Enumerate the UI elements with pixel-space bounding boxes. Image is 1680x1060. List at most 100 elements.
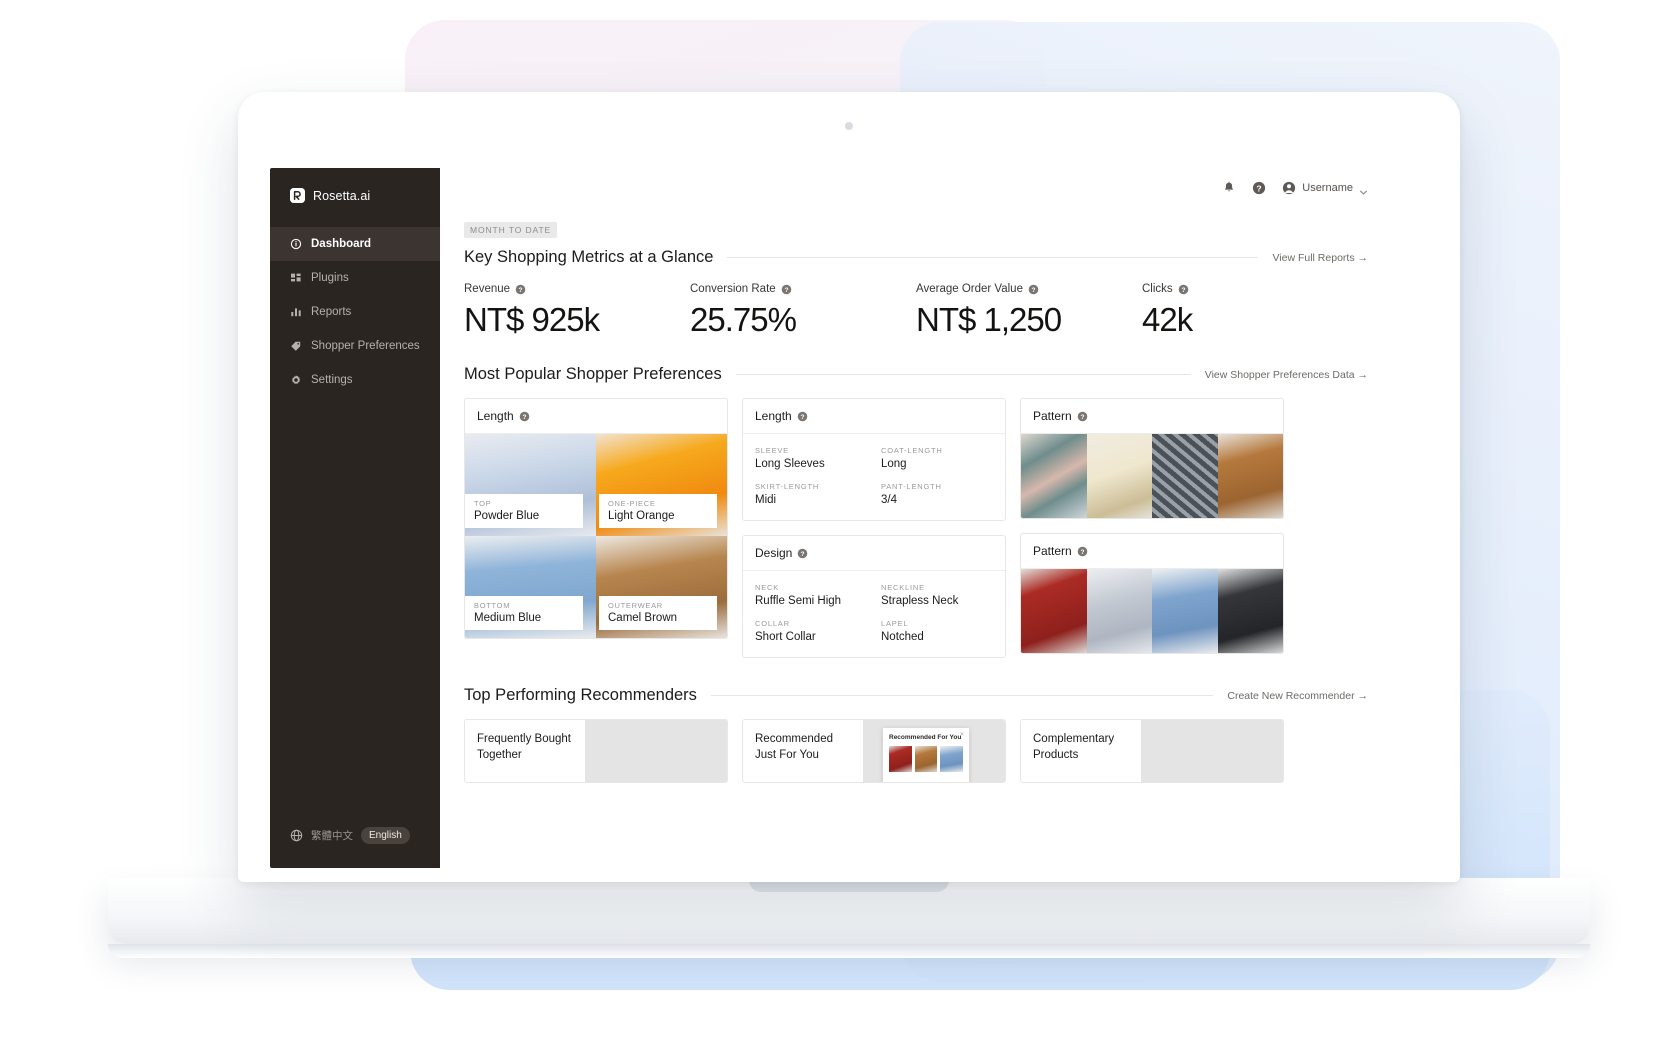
pattern-photo[interactable] xyxy=(1217,434,1283,518)
metric-label: Conversion Rate xyxy=(690,283,776,295)
length-attributes-card: Length ? SLEEVE Long Sleeves COAT-LENGTH… xyxy=(742,398,1006,521)
product-photo-outerwear[interactable]: OUTERWEAR Camel Brown xyxy=(596,536,727,638)
attribute-value: Notched xyxy=(881,631,924,643)
metric-label: Average Order Value xyxy=(916,283,1023,295)
laptop-mockup: Rosetta.ai Dashboard Plugins Reports Sho… xyxy=(108,92,1590,958)
sidebar-item-settings[interactable]: Settings xyxy=(270,363,440,397)
topbar: ? Username xyxy=(440,168,1392,208)
preferences-grid: Length ? TOP Powder Blue ONE-PIECE Light… xyxy=(464,398,1368,658)
metric-value: NT$ 925k xyxy=(464,301,600,338)
product-photo-one-piece[interactable]: ONE-PIECE Light Orange xyxy=(596,434,727,536)
product-photo-top[interactable]: TOP Powder Blue xyxy=(465,434,596,536)
card-title: Length xyxy=(755,409,792,423)
create-new-recommender-link[interactable]: Create New Recommender → xyxy=(1227,690,1368,702)
tag-key: BOTTOM xyxy=(474,601,511,610)
sidebar-item-shopper-preferences[interactable]: Shopper Preferences xyxy=(270,329,440,363)
recommender-preview: × Recommended For You xyxy=(863,720,1005,782)
laptop-base-lip xyxy=(108,944,1590,958)
help-icon[interactable]: ? xyxy=(1028,284,1039,295)
attribute-value: Strapless Neck xyxy=(881,595,959,607)
metric-value: NT$ 1,250 xyxy=(916,301,1062,338)
pattern-photo[interactable] xyxy=(1217,569,1283,653)
attribute-coat-length: COAT-LENGTH Long xyxy=(881,446,993,470)
tag-value: Light Orange xyxy=(608,510,675,522)
tag-value: Medium Blue xyxy=(474,612,542,624)
attribute-value: Short Collar xyxy=(755,631,816,643)
help-icon[interactable]: ? xyxy=(1252,181,1266,195)
help-icon[interactable]: ? xyxy=(781,284,792,295)
recommenders-section-header: Top Performing Recommenders Create New R… xyxy=(464,686,1368,705)
popup-thumbnail xyxy=(889,746,912,772)
help-icon[interactable]: ? xyxy=(797,411,808,422)
tag-key: TOP xyxy=(474,499,492,508)
pattern-photo[interactable] xyxy=(1152,434,1218,518)
sidebar-item-dashboard[interactable]: Dashboard xyxy=(270,227,440,261)
help-icon[interactable]: ? xyxy=(1077,411,1088,422)
bell-icon[interactable] xyxy=(1222,181,1236,195)
svg-text:?: ? xyxy=(1031,287,1035,294)
pattern-photo[interactable] xyxy=(1152,569,1218,653)
card-header: Pattern ? xyxy=(1021,399,1283,434)
recommender-preview xyxy=(1141,720,1283,782)
metrics-section-header: Key Shopping Metrics at a Glance View Fu… xyxy=(464,248,1368,267)
metric-label: Revenue xyxy=(464,283,511,295)
recommender-card-complementary-products[interactable]: Complementary Products xyxy=(1020,719,1284,783)
help-icon[interactable]: ? xyxy=(515,284,526,295)
tag-key: ONE-PIECE xyxy=(608,499,656,508)
pattern-photo[interactable] xyxy=(1086,434,1152,518)
pattern-photo[interactable] xyxy=(1021,434,1087,518)
tag-value: Powder Blue xyxy=(474,510,540,522)
popup-thumbnails xyxy=(889,746,964,772)
attribute-key: SLEEVE xyxy=(755,446,789,455)
help-icon[interactable]: ? xyxy=(1178,284,1189,295)
view-full-reports-link[interactable]: View Full Reports → xyxy=(1272,252,1368,264)
attribute-collar: COLLAR Short Collar xyxy=(755,619,867,643)
rosetta-logo-icon xyxy=(290,188,305,203)
laptop-lid: Rosetta.ai Dashboard Plugins Reports Sho… xyxy=(238,92,1460,882)
svg-text:?: ? xyxy=(800,414,804,421)
help-icon[interactable]: ? xyxy=(519,411,530,422)
help-icon[interactable]: ? xyxy=(797,548,808,559)
attribute-value: Long Sleeves xyxy=(755,458,825,470)
divider xyxy=(735,374,1191,375)
svg-text:?: ? xyxy=(784,287,788,294)
view-shopper-preferences-data-link[interactable]: View Shopper Preferences Data → xyxy=(1205,369,1368,381)
page-title: Key Shopping Metrics at a Glance xyxy=(464,248,714,266)
attribute-lapel: LAPEL Notched xyxy=(881,619,993,643)
metric-label-wrap: Clicks ? xyxy=(1142,283,1368,295)
attribute-value: 3/4 xyxy=(881,494,897,506)
sidebar-item-label: Plugins xyxy=(311,272,349,284)
attribute-value: Midi xyxy=(755,494,777,506)
gear-icon xyxy=(290,374,302,386)
pattern-photo-strip xyxy=(1021,434,1283,518)
attribute-sleeve: SLEEVE Long Sleeves xyxy=(755,446,867,470)
close-icon[interactable]: × xyxy=(960,731,964,738)
recommender-card-recommended-just-for-you[interactable]: Recommended Just For You × Recommended F… xyxy=(742,719,1006,783)
product-photo-bottom[interactable]: BOTTOM Medium Blue xyxy=(465,536,596,638)
plugins-icon xyxy=(290,272,302,284)
metric-label-wrap: Conversion Rate ? xyxy=(690,283,916,295)
pattern-photo[interactable] xyxy=(1021,569,1087,653)
recommender-label: Recommended Just For You xyxy=(755,733,833,761)
tag-value: Camel Brown xyxy=(608,612,678,624)
svg-text:?: ? xyxy=(1181,287,1185,294)
attribute-key: NECK xyxy=(755,583,780,592)
sidebar-item-reports[interactable]: Reports xyxy=(270,295,440,329)
user-menu[interactable]: Username xyxy=(1282,181,1368,195)
laptop-camera xyxy=(845,122,853,130)
language-option-english[interactable]: English xyxy=(361,827,410,844)
tag-top: TOP Powder Blue xyxy=(465,494,583,528)
recommender-card-frequently-bought-together[interactable]: Frequently Bought Together xyxy=(464,719,728,783)
sidebar-item-plugins[interactable]: Plugins xyxy=(270,261,440,295)
language-option-chinese[interactable]: 繁體中文 xyxy=(311,828,353,843)
screenshot-stage: Rosetta.ai Dashboard Plugins Reports Sho… xyxy=(0,0,1680,1060)
popup-title: Recommended For You xyxy=(889,734,962,741)
help-icon[interactable]: ? xyxy=(1077,546,1088,557)
popup-thumbnail xyxy=(914,746,938,772)
preferences-section-header: Most Popular Shopper Preferences View Sh… xyxy=(464,365,1368,384)
recommenders-row: Frequently Bought Together Recommended J… xyxy=(464,719,1368,783)
pattern-photo[interactable] xyxy=(1086,569,1152,653)
preferences-column-left: Length ? TOP Powder Blue ONE-PIECE Light… xyxy=(464,398,728,658)
brand[interactable]: Rosetta.ai xyxy=(270,168,440,221)
period-badge: MONTH TO DATE xyxy=(464,222,558,238)
